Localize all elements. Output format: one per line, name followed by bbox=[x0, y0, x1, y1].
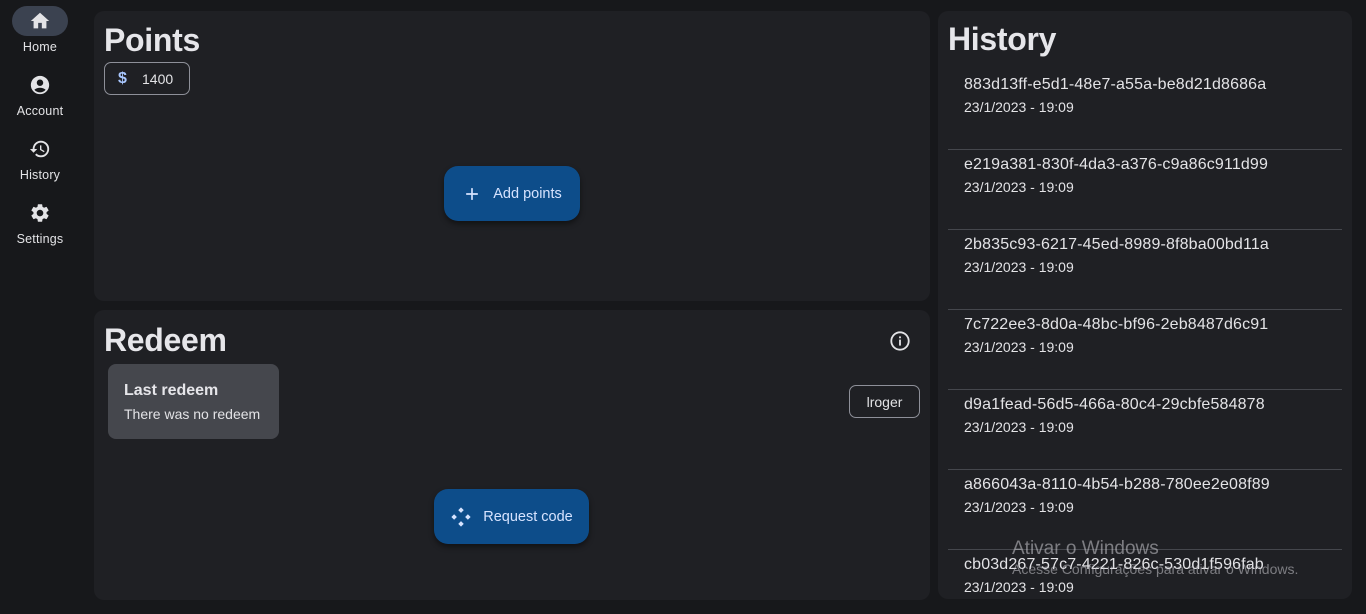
history-item-date: 23/1/2023 - 19:09 bbox=[964, 499, 1074, 515]
history-item-date: 23/1/2023 - 19:09 bbox=[964, 579, 1074, 595]
last-redeem-card: Last redeem There was no redeem bbox=[108, 364, 279, 439]
history-item-id: 7c722ee3-8d0a-48bc-bf96-2eb8487d6c91 bbox=[964, 316, 1269, 333]
nav-label: Account bbox=[16, 104, 64, 118]
history-item-id: 883d13ff-e5d1-48e7-a55a-be8d21d8686a bbox=[964, 76, 1267, 93]
history-item-id: e219a381-830f-4da3-a376-c9a86c911d99 bbox=[964, 156, 1269, 173]
history-item-id: cb03d267-57c7-4221-826c-530d1f596fab bbox=[964, 556, 1264, 573]
points-balance-chip: $ 1400 bbox=[104, 62, 190, 95]
account-icon bbox=[12, 70, 68, 100]
history-item-date: 23/1/2023 - 19:09 bbox=[964, 339, 1074, 355]
nav-label: History bbox=[19, 168, 61, 182]
history-list: 883d13ff-e5d1-48e7-a55a-be8d21d8686a 23/… bbox=[948, 70, 1342, 599]
request-code-button[interactable]: Request code bbox=[434, 489, 589, 544]
add-points-button[interactable]: Add points bbox=[444, 166, 580, 221]
history-item-date: 23/1/2023 - 19:09 bbox=[964, 179, 1074, 195]
nav-item-home[interactable]: Home bbox=[0, 0, 80, 60]
nav-item-account[interactable]: Account bbox=[0, 64, 80, 124]
history-item-date: 23/1/2023 - 19:09 bbox=[964, 419, 1074, 435]
nav-item-settings[interactable]: Settings bbox=[0, 192, 80, 252]
points-title: Points bbox=[104, 22, 200, 58]
redeem-card: Redeem Last redeem There was no redeem l… bbox=[94, 310, 930, 600]
user-button[interactable]: lroger bbox=[849, 385, 920, 418]
points-balance: 1400 bbox=[142, 70, 174, 87]
info-icon bbox=[890, 331, 910, 351]
gear-icon bbox=[12, 198, 68, 228]
last-redeem-title: Last redeem bbox=[124, 382, 219, 399]
plus-icon bbox=[462, 184, 482, 204]
info-button[interactable] bbox=[888, 329, 912, 353]
last-redeem-text: There was no redeem bbox=[124, 406, 261, 422]
diamond-arrows-icon bbox=[450, 506, 472, 528]
home-icon bbox=[12, 6, 68, 36]
points-card: Points $ 1400 Add points bbox=[94, 11, 930, 301]
nav-item-history[interactable]: History bbox=[0, 128, 80, 188]
history-item-date: 23/1/2023 - 19:09 bbox=[964, 99, 1074, 115]
history-list-item[interactable]: d9a1fead-56d5-466a-80c4-29cbfe584878 23/… bbox=[948, 390, 1342, 470]
redeem-title: Redeem bbox=[104, 322, 227, 358]
history-title: History bbox=[948, 21, 1057, 57]
history-list-item[interactable]: 7c722ee3-8d0a-48bc-bf96-2eb8487d6c91 23/… bbox=[948, 310, 1342, 390]
history-card: History 883d13ff-e5d1-48e7-a55a-be8d21d8… bbox=[938, 11, 1352, 599]
history-list-item[interactable]: a866043a-8110-4b54-b288-780ee2e08f89 23/… bbox=[948, 470, 1342, 550]
history-icon bbox=[12, 134, 68, 164]
history-item-id: a866043a-8110-4b54-b288-780ee2e08f89 bbox=[964, 476, 1270, 493]
history-list-item[interactable]: cb03d267-57c7-4221-826c-530d1f596fab 23/… bbox=[948, 550, 1342, 599]
add-points-label: Add points bbox=[493, 185, 562, 202]
nav-label: Settings bbox=[16, 232, 64, 246]
dollar-icon: $ bbox=[118, 69, 127, 87]
history-list-item[interactable]: 2b835c93-6217-45ed-8989-8f8ba00bd11a 23/… bbox=[948, 230, 1342, 310]
request-code-label: Request code bbox=[483, 508, 573, 525]
history-item-id: 2b835c93-6217-45ed-8989-8f8ba00bd11a bbox=[964, 236, 1269, 253]
history-list-item[interactable]: e219a381-830f-4da3-a376-c9a86c911d99 23/… bbox=[948, 150, 1342, 230]
history-item-date: 23/1/2023 - 19:09 bbox=[964, 259, 1074, 275]
nav-label: Home bbox=[22, 40, 58, 54]
navigation-rail: Home Account History Settings bbox=[0, 0, 80, 614]
history-list-item[interactable]: 883d13ff-e5d1-48e7-a55a-be8d21d8686a 23/… bbox=[948, 70, 1342, 150]
history-item-id: d9a1fead-56d5-466a-80c4-29cbfe584878 bbox=[964, 396, 1265, 413]
